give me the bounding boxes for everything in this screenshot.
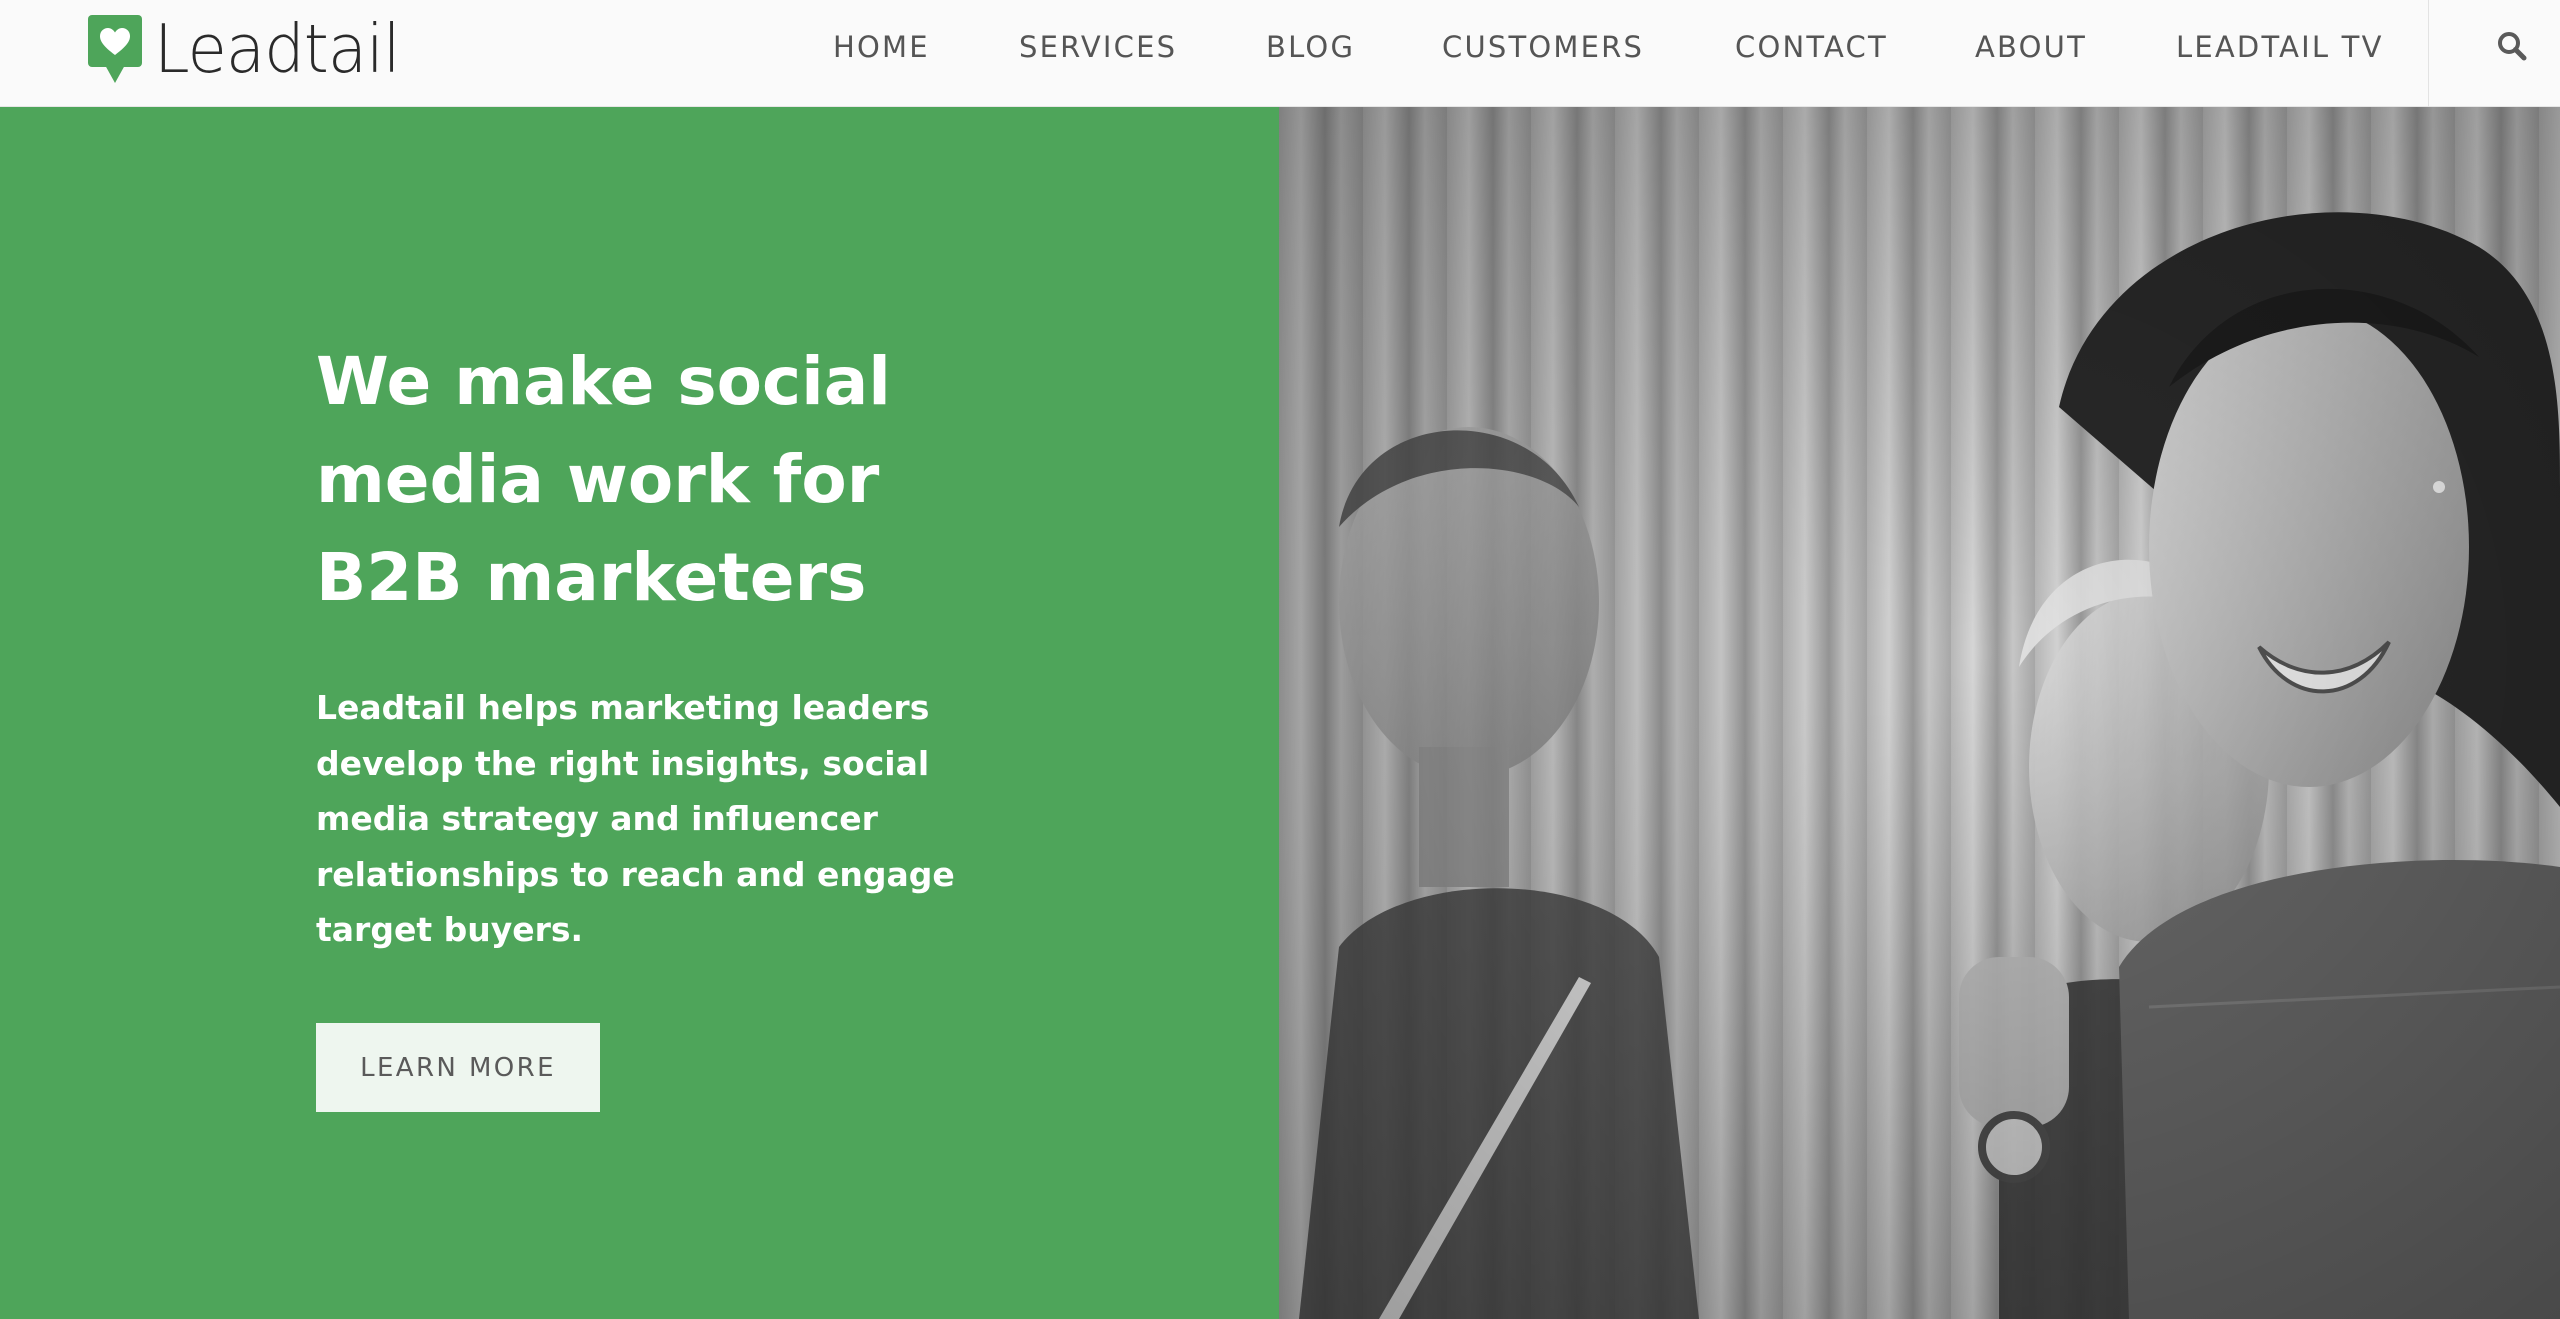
- nav-divider: [2428, 0, 2429, 107]
- hero-image: [1279, 107, 2560, 1319]
- nav-list: HOME SERVICES BLOG CUSTOMERS CONTACT ABO…: [0, 0, 2428, 94]
- nav-item-leadtail-tv[interactable]: LEADTAIL TV: [2176, 28, 2384, 66]
- hero-photo-illustration: [1279, 107, 2560, 1319]
- site-header: Leadtail HOME SERVICES BLOG CUSTOMERS CO…: [0, 0, 2560, 107]
- page: Leadtail HOME SERVICES BLOG CUSTOMERS CO…: [0, 0, 2560, 1319]
- search-icon: [2498, 32, 2527, 61]
- nav-item-customers[interactable]: CUSTOMERS: [1442, 28, 1644, 66]
- nav-item-contact[interactable]: CONTACT: [1735, 28, 1888, 66]
- hero-text-panel: We make social media work for B2B market…: [0, 107, 1279, 1319]
- hero-description: Leadtail helps marketing leaders develop…: [316, 688, 955, 949]
- hero-title: We make social media work for B2B market…: [316, 343, 891, 616]
- nav-item-blog[interactable]: BLOG: [1266, 28, 1355, 66]
- nav-item-services[interactable]: SERVICES: [1019, 28, 1177, 66]
- search-button[interactable]: [2490, 24, 2534, 68]
- nav-item-about[interactable]: ABOUT: [1975, 28, 2087, 66]
- nav-item-home[interactable]: HOME: [833, 28, 930, 66]
- learn-more-button[interactable]: LEARN MORE: [316, 1023, 600, 1112]
